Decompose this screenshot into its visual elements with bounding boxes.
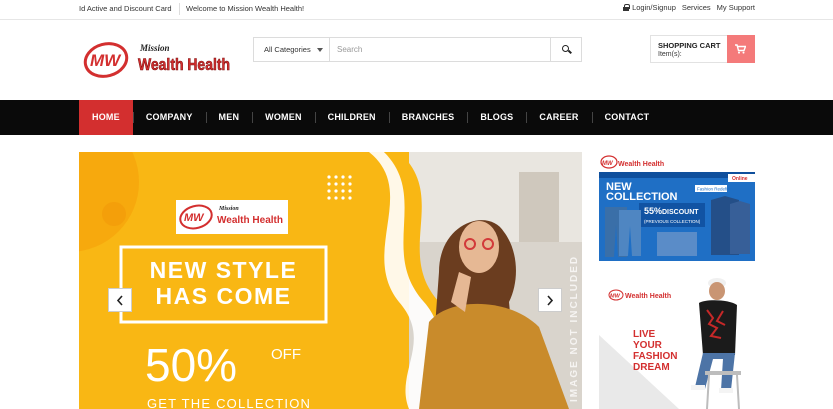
search-input[interactable]	[330, 38, 550, 61]
search-icon	[562, 45, 569, 52]
side1-note: (PREVIOUS COLLECTION)	[644, 219, 701, 224]
side2-line4: DREAM	[633, 362, 670, 373]
top-bar: Id Active and Discount Card Welcome to M…	[0, 0, 833, 20]
side1-sub: Fashion Redefined	[697, 187, 735, 192]
logo-name: Wealth Health	[138, 55, 230, 74]
side1-percent: 55%	[644, 206, 662, 216]
banner-cta: GET THE COLLECTION	[147, 396, 311, 409]
nav-career[interactable]: CAREER	[526, 100, 591, 135]
cart-items: Item(s):	[658, 51, 682, 58]
support-link[interactable]: My Support	[717, 3, 755, 12]
banner-headline-2: HAS COME	[156, 283, 292, 309]
banner-discount: 50%	[145, 339, 237, 391]
search-button[interactable]	[550, 38, 581, 61]
side2-logo: Wealth Health	[625, 293, 671, 300]
login-link[interactable]: Login/Signup	[623, 3, 676, 12]
svg-text:MW: MW	[602, 161, 614, 167]
nav-children[interactable]: CHILDREN	[314, 100, 389, 135]
hero-banner-image: MW Mission Wealth Health NEW STYLE HAS C…	[79, 152, 582, 409]
cart-button[interactable]	[727, 35, 755, 63]
slider-prev-button[interactable]	[108, 288, 132, 312]
divider	[179, 3, 180, 15]
fashion-dream-image: MW Wealth Health LIVE YOUR FASHION DREAM	[599, 275, 755, 409]
nav-women[interactable]: WOMEN	[252, 100, 315, 135]
side1-tag: Online	[732, 176, 748, 182]
nav-home[interactable]: HOME	[79, 100, 133, 135]
side2-line2: YOUR	[633, 340, 663, 351]
logo-small: Mission	[139, 43, 170, 53]
chevron-right-icon	[547, 295, 554, 306]
svg-text:MW: MW	[184, 212, 205, 224]
category-select[interactable]: All Categories	[254, 38, 330, 61]
side2-line3: FASHION	[633, 351, 677, 362]
logo-mark: MW	[90, 51, 122, 70]
category-label: All Categories	[264, 45, 311, 54]
hero-slider: MW Mission Wealth Health NEW STYLE HAS C…	[79, 152, 582, 409]
site-logo[interactable]: MW Mission Wealth Health	[82, 36, 232, 84]
login-label: Login/Signup	[632, 3, 676, 12]
side1-logo: Wealth Health	[618, 161, 664, 168]
banner-side-text: IMAGE NOT INCLUDED	[569, 255, 580, 402]
side1-discount: DISCOUNT	[662, 209, 699, 216]
cart-icon	[735, 44, 746, 54]
main-nav: HOME COMPANY MEN WOMEN CHILDREN BRANCHES…	[0, 100, 833, 135]
side2-line1: LIVE	[633, 329, 656, 340]
nav-men[interactable]: MEN	[205, 100, 253, 135]
svg-text:MW: MW	[610, 294, 621, 300]
side1-collection: COLLECTION	[606, 191, 678, 203]
side-banner-fashion-dream[interactable]: MW Wealth Health LIVE YOUR FASHION DREAM	[599, 275, 755, 409]
banner-logo-small: Mission	[218, 206, 239, 212]
chevron-left-icon	[116, 295, 123, 306]
nav-branches[interactable]: BRANCHES	[388, 100, 468, 135]
banner-discount-suffix: OFF	[271, 346, 301, 363]
nav-company[interactable]: COMPANY	[132, 100, 206, 135]
id-card-link[interactable]: Id Active and Discount Card	[79, 4, 172, 13]
banner-logo-name: Wealth Health	[217, 214, 283, 226]
banner-headline-1: NEW STYLE	[150, 257, 298, 283]
search-bar: All Categories	[253, 37, 582, 62]
slider-next-button[interactable]	[538, 288, 562, 312]
nav-contact[interactable]: CONTACT	[591, 100, 663, 135]
services-link[interactable]: Services	[682, 3, 711, 12]
lock-icon	[623, 4, 631, 11]
new-collection-image: MW Wealth Health NEW COLLECTION Online F…	[599, 152, 755, 261]
top-links: Login/Signup Services My Support	[623, 3, 755, 12]
side-banner-new-collection[interactable]: MW Wealth Health NEW COLLECTION Online F…	[599, 152, 755, 261]
shopping-cart[interactable]: SHOPPING CART Item(s):	[650, 35, 755, 63]
welcome-text: Welcome to Mission Wealth Health!	[186, 4, 305, 13]
cart-title: SHOPPING CART	[658, 41, 721, 50]
nav-blogs[interactable]: BLOGS	[467, 100, 526, 135]
